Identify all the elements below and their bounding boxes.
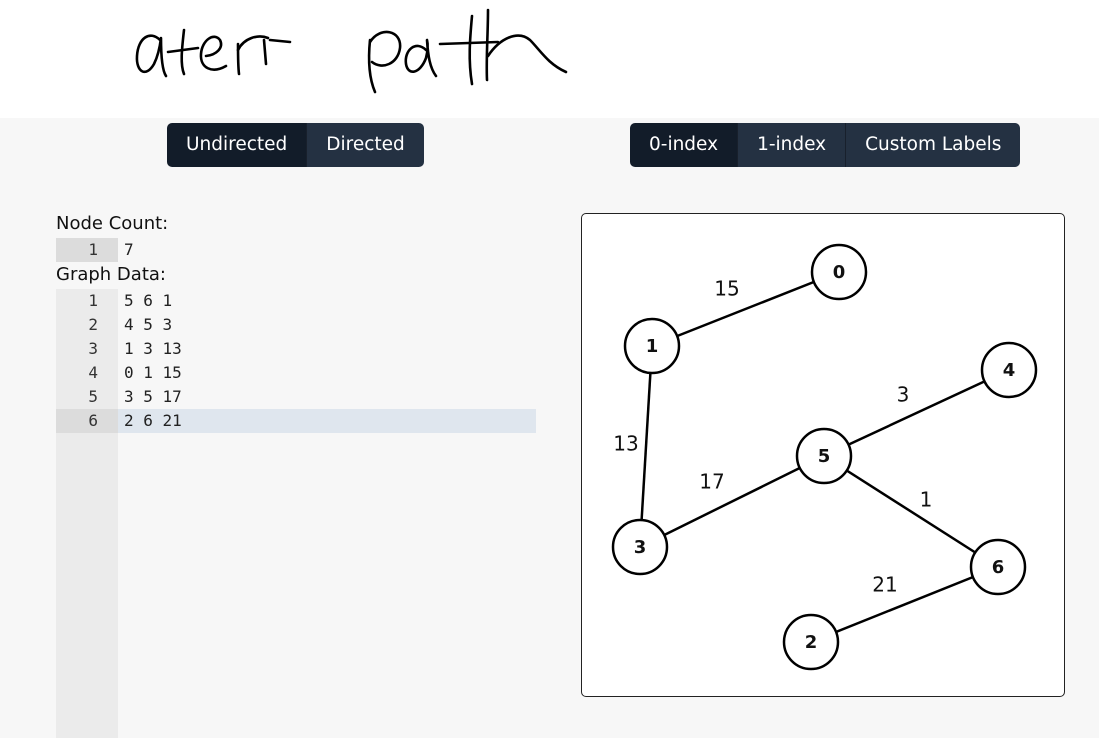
code-line-active[interactable]: 6 2 6 21 xyxy=(56,409,536,433)
edge-2-6[interactable] xyxy=(810,565,999,644)
line-text: 5 6 1 xyxy=(124,291,173,310)
edge-3-5[interactable] xyxy=(639,454,825,549)
one-index-button[interactable]: 1-index xyxy=(737,123,846,167)
graph-node-label: 3 xyxy=(634,537,647,558)
code-line[interactable]: 3 1 3 13 xyxy=(56,337,536,361)
edge-weight-label: 15 xyxy=(714,277,739,301)
edge-4-5[interactable] xyxy=(823,368,1010,458)
line-number: 1 xyxy=(88,291,98,310)
line-number: 6 xyxy=(88,411,98,430)
handwriting-annotation xyxy=(0,0,1099,118)
graph-svg[interactable]: 13131517210123456 xyxy=(582,214,1066,698)
code-line[interactable]: 1 5 6 1 xyxy=(56,289,536,313)
edge-weight-label: 1 xyxy=(920,488,933,512)
handwriting-drawing xyxy=(135,8,568,94)
graph-node-label: 1 xyxy=(646,336,659,357)
line-text: 2 6 21 xyxy=(124,411,182,430)
custom-labels-button[interactable]: Custom Labels xyxy=(845,123,1021,167)
line-number: 4 xyxy=(88,363,98,382)
line-number: 2 xyxy=(88,315,98,334)
code-line[interactable]: 5 3 5 17 xyxy=(56,385,536,409)
graph-node-label: 6 xyxy=(992,557,1005,578)
directed-button[interactable]: Directed xyxy=(306,123,424,167)
line-number: 3 xyxy=(88,339,98,358)
undirected-button[interactable]: Undirected xyxy=(167,123,307,167)
line-text: 1 3 13 xyxy=(124,339,182,358)
line-text: 7 xyxy=(124,240,134,259)
graph-node-label: 5 xyxy=(818,446,831,467)
edge-5-6[interactable] xyxy=(823,454,999,569)
node-count-label: Node Count: xyxy=(56,213,169,234)
zero-index-button[interactable]: 0-index xyxy=(630,123,738,167)
index-toggle: 0-index 1-index Custom Labels xyxy=(630,123,1021,167)
edge-weight-label: 3 xyxy=(897,383,910,407)
graph-node-label: 4 xyxy=(1003,360,1016,381)
line-text: 0 1 15 xyxy=(124,363,182,382)
line-number: 1 xyxy=(88,240,98,259)
code-line[interactable]: 2 4 5 3 xyxy=(56,313,536,337)
edge-weight-label: 13 xyxy=(613,432,638,456)
node-count-line[interactable]: 1 7 xyxy=(56,238,536,262)
graph-canvas[interactable]: 1 3 13 15 17 21 0 1 2 3 4 5 6 xyxy=(581,213,1065,697)
graph-node-label: 2 xyxy=(805,632,818,653)
direction-toggle: Undirected Directed xyxy=(167,123,424,167)
edge-weight-label: 17 xyxy=(699,470,724,494)
edge-weight-label: 21 xyxy=(872,573,897,597)
code-line[interactable]: 4 0 1 15 xyxy=(56,361,536,385)
edge-1-3[interactable] xyxy=(638,345,654,548)
graph-data-label: Graph Data: xyxy=(56,264,166,285)
line-number: 5 xyxy=(88,387,98,406)
edge-0-1[interactable] xyxy=(651,270,840,348)
app-area: Undirected Directed 0-index 1-index Cust… xyxy=(0,118,1099,738)
graph-node-label: 0 xyxy=(833,262,846,283)
line-text: 4 5 3 xyxy=(124,315,173,334)
line-text: 3 5 17 xyxy=(124,387,182,406)
